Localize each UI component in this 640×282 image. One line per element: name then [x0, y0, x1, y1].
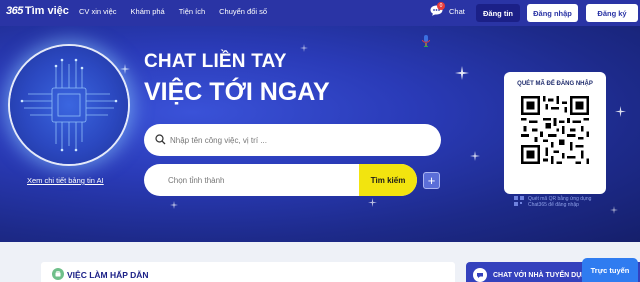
nav-item-explore[interactable]: Khám phá [131, 7, 165, 16]
hero-headline-1: CHAT LIỀN TAY [144, 51, 287, 72]
qr-caption-text: Quét mã QR bằng ứng dụng Chat365 để đăng… [528, 196, 592, 208]
page: 365 Tìm việc CV xin việc Khám phá Tiện í… [0, 0, 640, 282]
login-button[interactable]: Đăng nhập [527, 4, 578, 22]
chat-badge: 0 [437, 2, 445, 10]
post-job-button[interactable]: Đăng tin [476, 4, 520, 22]
mic-icon[interactable] [421, 34, 431, 48]
featured-jobs-icon [52, 268, 64, 280]
ai-chip-graphic [10, 46, 128, 164]
job-search-input[interactable] [170, 131, 410, 149]
qr-login-card: QUÉT MÃ ĐỂ ĐĂNG NHẬP [504, 72, 606, 194]
search-icon [155, 134, 166, 145]
sparkle-icon [615, 106, 626, 117]
signup-button[interactable]: Đăng ký [586, 4, 638, 22]
qr-title: QUÉT MÃ ĐỂ ĐĂNG NHẬP [517, 81, 593, 87]
search-button[interactable]: Tìm kiếm [359, 164, 417, 196]
chat-bubble-icon: 0 [430, 2, 445, 17]
sparkle-icon [300, 44, 308, 52]
sparkle-icon [610, 206, 618, 214]
add-filter-button[interactable]: + [423, 172, 440, 189]
logo-text: Tìm việc [24, 5, 69, 17]
location-input[interactable] [168, 171, 348, 189]
featured-jobs-title: VIỆC LÀM HẤP DẪN [67, 270, 149, 280]
employer-chat-icon [473, 268, 487, 282]
sparkle-icon [170, 201, 178, 209]
online-button[interactable]: Trực tuyến [582, 258, 638, 282]
nav-item-utilities[interactable]: Tiện ích [179, 7, 205, 16]
logo-number: 365 [6, 5, 23, 17]
logo[interactable]: 365 Tìm việc [6, 5, 69, 17]
chat-employer-title: CHAT VỚI NHÀ TUYỂN DỤNG [493, 272, 592, 279]
nav-item-cv[interactable]: CV xin việc [79, 7, 117, 16]
hero-banner: Xem chi tiết bảng tin AI CHAT LIỀN TAY V… [0, 26, 640, 242]
sparkle-icon [455, 66, 469, 80]
hero-headline-2: VIỆC TỚI NGAY [144, 78, 330, 106]
top-navbar: 365 Tìm việc CV xin việc Khám phá Tiện í… [0, 0, 640, 26]
nav-item-digital[interactable]: Chuyển đổi số [219, 7, 267, 16]
job-search-box [144, 124, 441, 156]
qr-small-icon [514, 196, 524, 206]
qr-caption: Quét mã QR bằng ứng dụng Chat365 để đăng… [514, 196, 608, 208]
chat-label: Chat [449, 6, 465, 16]
main-nav: CV xin việc Khám phá Tiện ích Chuyển đổi… [79, 7, 281, 16]
qr-code[interactable] [521, 96, 589, 164]
sparkle-icon [470, 151, 480, 161]
ai-news-link[interactable]: Xem chi tiết bảng tin AI [27, 176, 104, 185]
sparkle-icon [368, 198, 377, 207]
chat-button[interactable]: 0 Chat [430, 2, 465, 17]
